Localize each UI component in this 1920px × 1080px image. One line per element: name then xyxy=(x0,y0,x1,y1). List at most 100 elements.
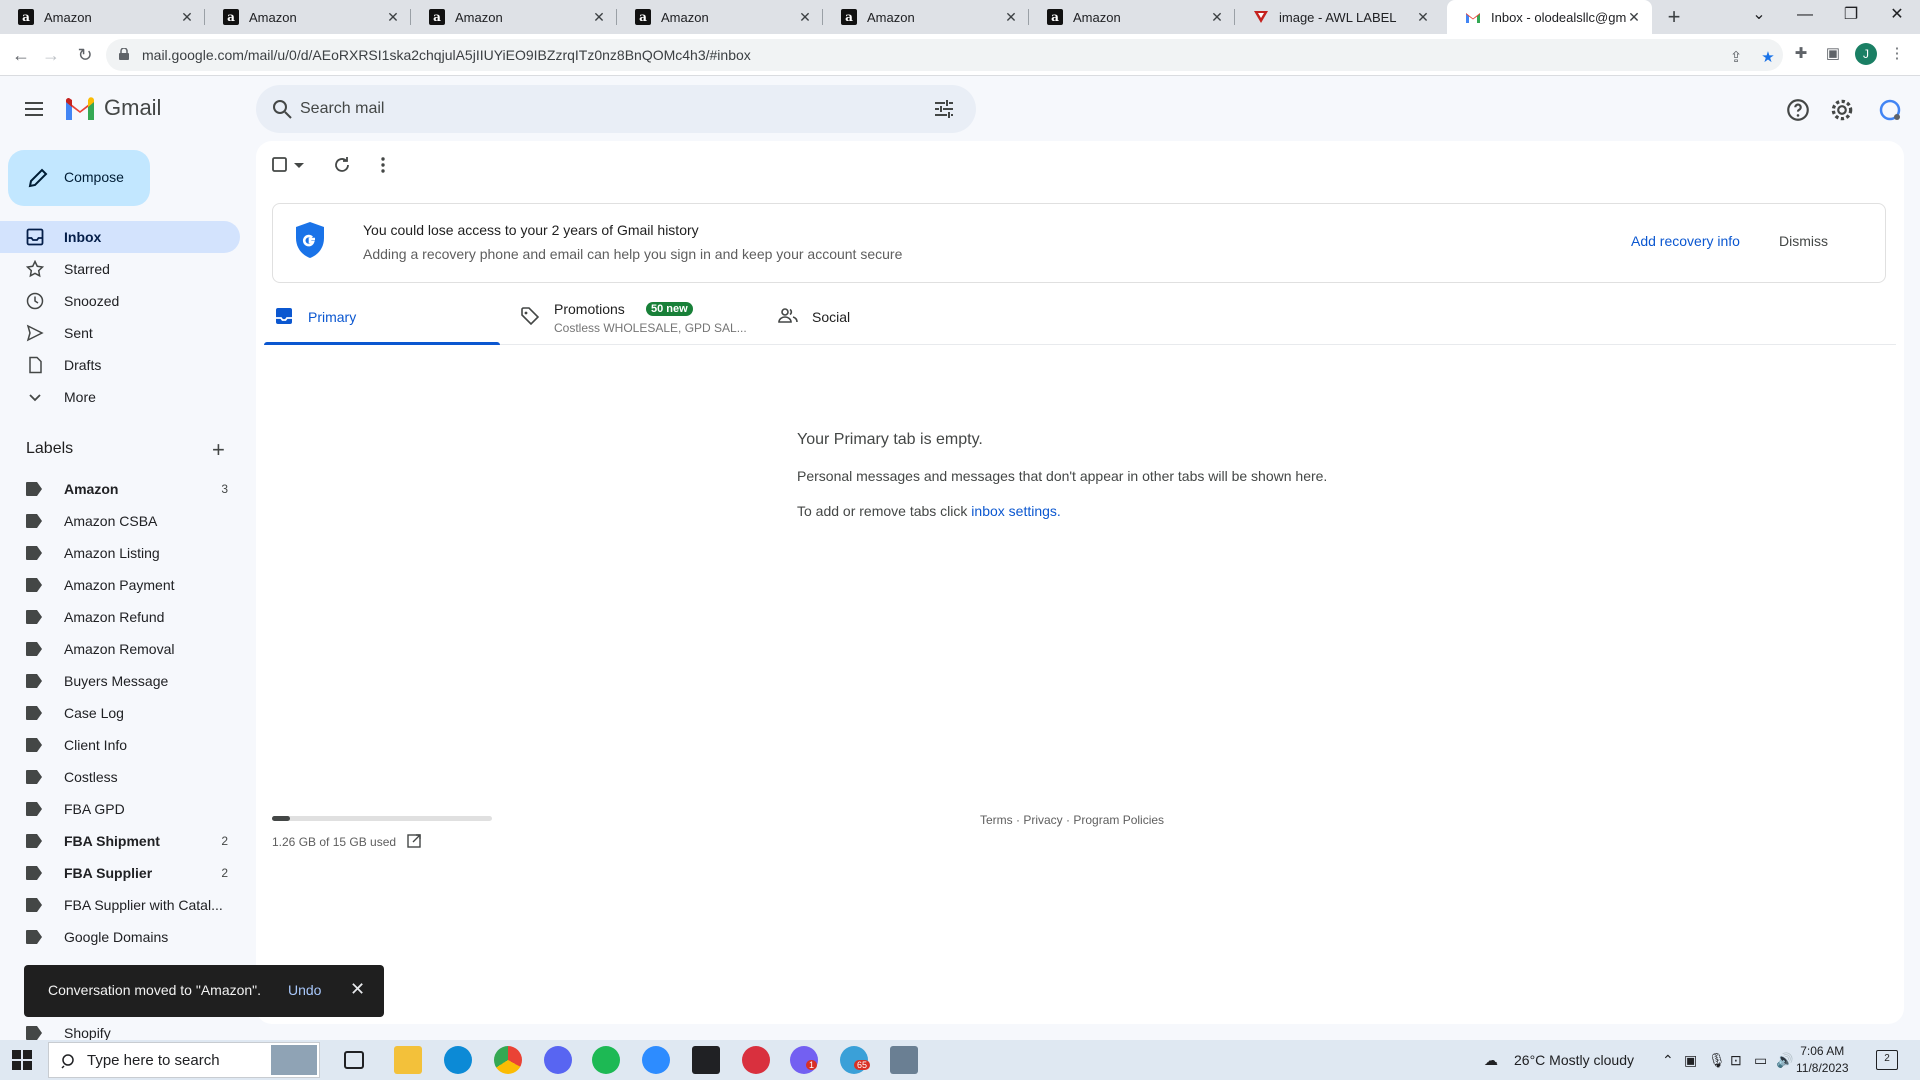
zoom-icon[interactable] xyxy=(642,1046,670,1074)
profile-avatar[interactable]: J xyxy=(1855,43,1877,65)
label-item[interactable]: Buyers Message xyxy=(0,665,240,697)
browser-tab[interactable]: a Amazon ✕ xyxy=(205,0,411,34)
tab-social[interactable]: Social xyxy=(778,291,1014,345)
close-icon[interactable]: ✕ xyxy=(350,979,365,1000)
calculator-icon[interactable] xyxy=(890,1046,918,1074)
label-item[interactable]: Amazon Listing xyxy=(0,537,240,569)
select-all-checkbox[interactable] xyxy=(270,154,292,176)
viber-icon[interactable]: 1 xyxy=(790,1046,818,1074)
extensions-icon[interactable]: ✚ xyxy=(1790,44,1812,66)
label-item[interactable]: Amazon 3 xyxy=(0,473,240,505)
select-dropdown-icon[interactable] xyxy=(292,154,306,176)
label-item[interactable]: Costless xyxy=(0,761,240,793)
tray-app-icon[interactable]: ⊡ xyxy=(1730,1052,1742,1069)
search-options-icon[interactable] xyxy=(932,97,956,121)
close-window-button[interactable]: ✕ xyxy=(1874,0,1920,34)
google-account-icon[interactable] xyxy=(1877,97,1903,123)
microphone-icon[interactable]: 🎙 xyxy=(1708,1052,1726,1069)
tray-app-icon[interactable]: ▣ xyxy=(1684,1052,1697,1069)
refresh-icon[interactable] xyxy=(331,154,353,176)
label-item[interactable]: Client Info xyxy=(0,729,240,761)
address-bar[interactable]: mail.google.com/mail/u/0/d/AEoRXRSI1ska2… xyxy=(106,39,1783,71)
weather-text[interactable]: 26°C Mostly cloudy xyxy=(1514,1052,1634,1068)
help-icon[interactable] xyxy=(1785,97,1811,123)
undo-button[interactable]: Undo xyxy=(288,982,321,998)
file-explorer-icon[interactable] xyxy=(394,1046,422,1074)
add-recovery-info-button[interactable]: Add recovery info xyxy=(1631,233,1740,249)
taskbar-search-box[interactable]: Type here to search xyxy=(48,1042,320,1078)
browser-tab[interactable]: a Amazon ✕ xyxy=(1029,0,1235,34)
tray-chevron-icon[interactable]: ⌃ xyxy=(1662,1052,1674,1069)
tab-promotions[interactable]: Promotions 50 new Costless WHOLESALE, GP… xyxy=(520,291,756,345)
new-tab-button[interactable]: + xyxy=(1661,4,1687,30)
label-item[interactable]: FBA Shipment 2 xyxy=(0,825,240,857)
browser-tab[interactable]: a Amazon ✕ xyxy=(411,0,617,34)
notification-center-icon[interactable]: 2 xyxy=(1876,1050,1898,1070)
label-item[interactable]: Amazon CSBA xyxy=(0,505,240,537)
label-item[interactable]: Case Log xyxy=(0,697,240,729)
volume-icon[interactable]: 🔊 xyxy=(1776,1052,1793,1069)
label-item[interactable]: Amazon Refund xyxy=(0,601,240,633)
compose-button[interactable]: Compose xyxy=(8,150,150,206)
close-tab-icon[interactable]: ✕ xyxy=(591,9,607,26)
main-menu-icon[interactable] xyxy=(22,97,46,121)
dismiss-button[interactable]: Dismiss xyxy=(1779,233,1828,249)
close-tab-icon[interactable]: ✕ xyxy=(797,9,813,26)
bookmark-star-icon[interactable]: ★ xyxy=(1757,48,1779,70)
close-tab-icon[interactable]: ✕ xyxy=(1415,9,1431,26)
label-item[interactable]: FBA GPD xyxy=(0,793,240,825)
browser-tab[interactable]: image - AWL LABEL ✕ xyxy=(1235,0,1441,34)
browser-tab[interactable]: a Amazon ✕ xyxy=(617,0,823,34)
tab-primary[interactable]: Primary xyxy=(264,291,500,345)
label-item[interactable]: Google Domains xyxy=(0,921,240,953)
label-item[interactable]: FBA Supplier with Catal... xyxy=(0,889,240,921)
close-tab-icon[interactable]: ✕ xyxy=(1626,9,1642,26)
terms-link[interactable]: Terms xyxy=(980,813,1013,827)
windows-start-icon[interactable] xyxy=(12,1050,32,1070)
browser-menu-icon[interactable]: ⋮ xyxy=(1886,44,1908,66)
sidebar-item-sent[interactable]: Sent xyxy=(0,317,240,349)
label-item[interactable]: Amazon Removal xyxy=(0,633,240,665)
close-tab-icon[interactable]: ✕ xyxy=(385,9,401,26)
network-icon[interactable]: ▭ xyxy=(1754,1052,1767,1069)
restore-button[interactable]: ❐ xyxy=(1828,0,1874,34)
privacy-link[interactable]: Privacy xyxy=(1023,813,1062,827)
weather-icon[interactable]: ☁ xyxy=(1484,1052,1498,1069)
sidebar-item-drafts[interactable]: Drafts xyxy=(0,349,240,381)
app-icon[interactable] xyxy=(742,1046,770,1074)
browser-tab[interactable]: a Amazon ✕ xyxy=(0,0,205,34)
sidebar-item-inbox[interactable]: Inbox xyxy=(0,221,240,253)
program-policies-link[interactable]: Program Policies xyxy=(1073,813,1164,827)
close-tab-icon[interactable]: ✕ xyxy=(179,9,195,26)
close-tab-icon[interactable]: ✕ xyxy=(1003,9,1019,26)
label-item[interactable]: Amazon Payment xyxy=(0,569,240,601)
label-item[interactable]: FBA Supplier 2 xyxy=(0,857,240,889)
forward-icon[interactable]: → xyxy=(36,40,66,70)
sidebar-item-snoozed[interactable]: Snoozed xyxy=(0,285,240,317)
taskbar-clock[interactable]: 7:06 AM 11/8/2023 xyxy=(1796,1043,1849,1077)
back-icon[interactable]: ← xyxy=(6,40,36,70)
more-options-icon[interactable] xyxy=(372,154,394,176)
sidebar-item-starred[interactable]: Starred xyxy=(0,253,240,285)
tab-search-icon[interactable]: ⌄ xyxy=(1736,0,1782,34)
minimize-button[interactable]: — xyxy=(1782,0,1828,34)
close-tab-icon[interactable]: ✕ xyxy=(1209,9,1225,26)
browser-tab[interactable]: a Amazon ✕ xyxy=(823,0,1029,34)
discord-icon[interactable] xyxy=(544,1046,572,1074)
side-panel-icon[interactable]: ▣ xyxy=(1822,44,1844,66)
chrome-icon[interactable] xyxy=(494,1046,522,1074)
inbox-settings-link[interactable]: inbox settings xyxy=(971,503,1057,519)
app-icon[interactable] xyxy=(692,1046,720,1074)
settings-gear-icon[interactable] xyxy=(1829,97,1855,123)
share-icon[interactable]: ⇪ xyxy=(1725,48,1747,70)
edge-icon[interactable] xyxy=(444,1046,472,1074)
spotify-icon[interactable] xyxy=(592,1046,620,1074)
reload-icon[interactable]: ↻ xyxy=(70,40,100,70)
telegram-icon[interactable]: 65 xyxy=(840,1046,871,1074)
browser-tab-active[interactable]: Inbox - olodealsllc@gmai ✕ xyxy=(1447,0,1652,34)
task-view-icon[interactable] xyxy=(344,1051,364,1069)
sidebar-item-more[interactable]: More xyxy=(0,381,240,413)
open-in-new-icon[interactable] xyxy=(407,834,422,848)
search-icon[interactable] xyxy=(270,97,294,121)
add-label-icon[interactable]: + xyxy=(212,439,225,461)
